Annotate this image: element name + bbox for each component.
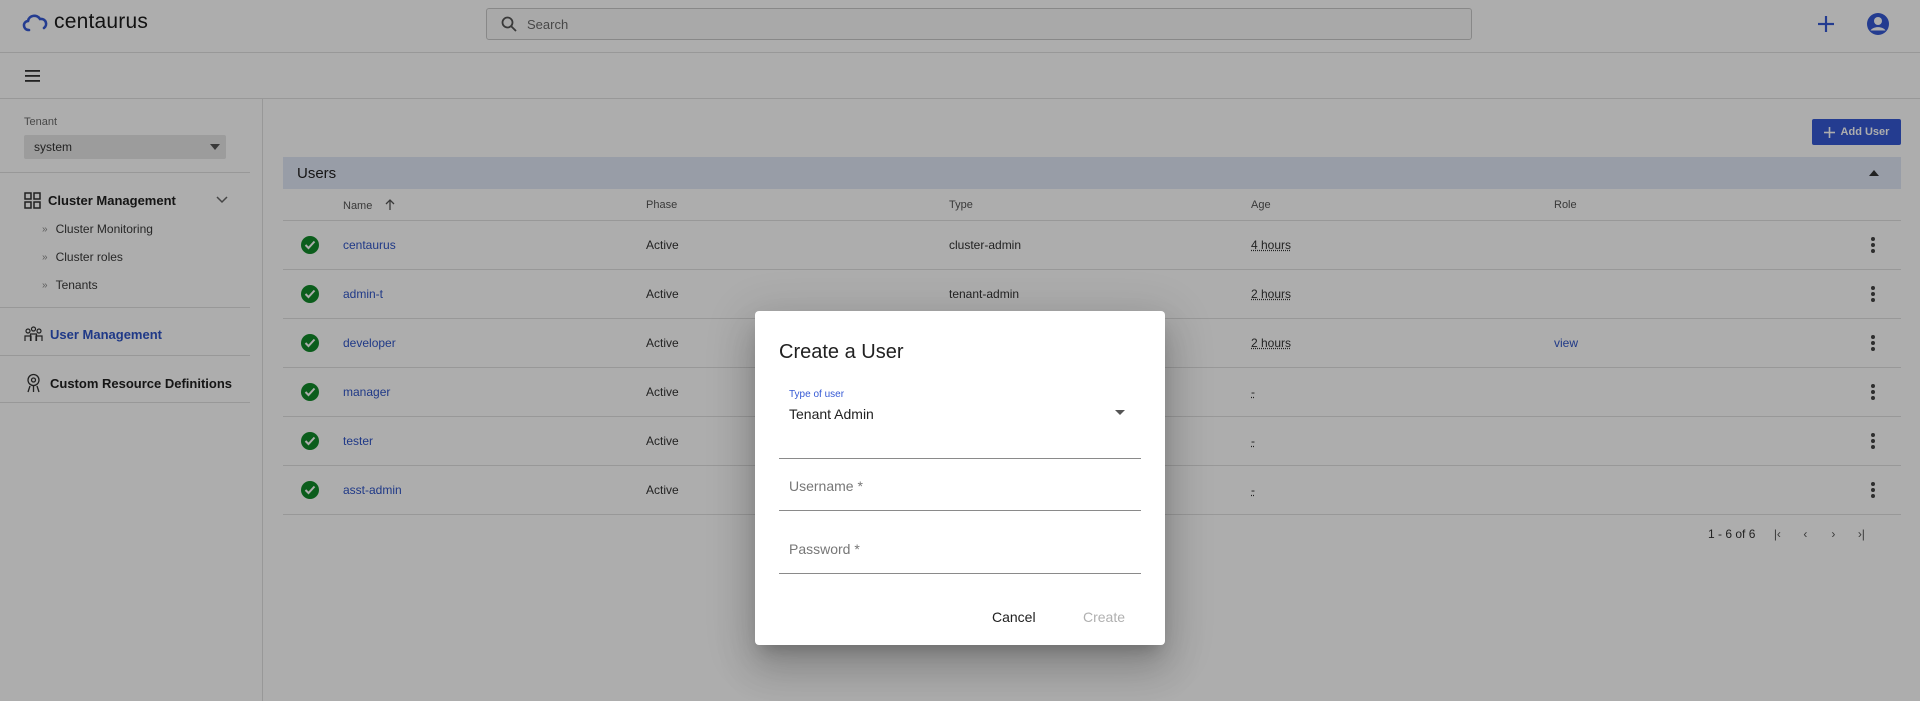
user-type-select[interactable]: Type of user Tenant Admin [779, 389, 1141, 459]
cancel-button[interactable]: Cancel [992, 609, 1036, 625]
dialog-title: Create a User [779, 341, 904, 363]
dropdown-arrow-icon [1115, 410, 1125, 415]
user-type-value: Tenant Admin [789, 406, 874, 422]
username-field[interactable] [789, 478, 1129, 494]
create-button-disabled[interactable]: Create [1083, 609, 1125, 625]
user-type-label: Type of user [789, 389, 845, 400]
password-field-wrapper [779, 529, 1141, 574]
username-field-wrapper [779, 466, 1141, 511]
password-field[interactable] [789, 541, 1129, 557]
create-user-dialog: Create a User Type of user Tenant Admin … [755, 311, 1165, 645]
